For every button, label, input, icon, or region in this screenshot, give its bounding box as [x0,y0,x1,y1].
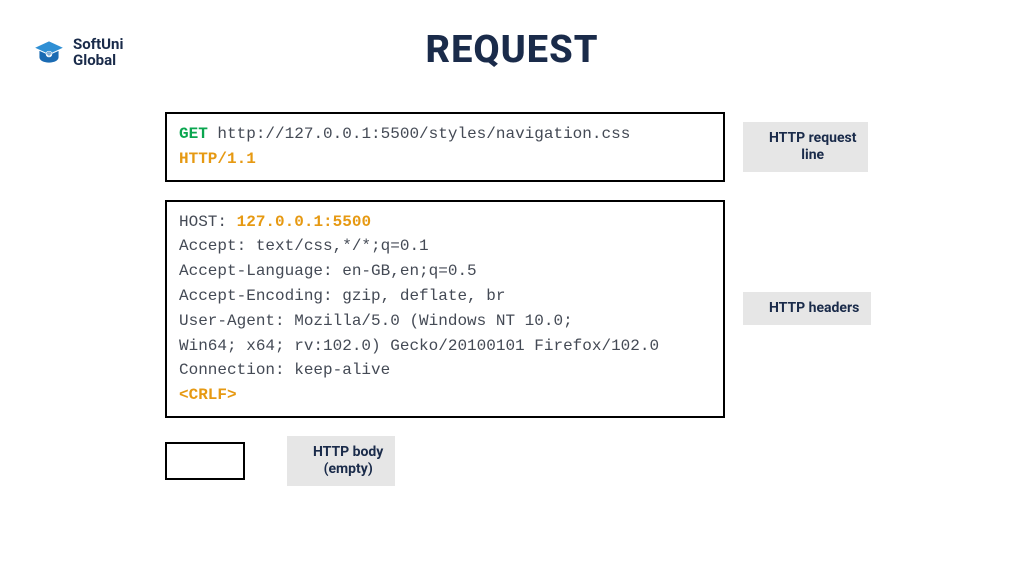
header-line: Accept-Encoding: gzip, deflate, br [179,284,711,309]
host-value: 127.0.0.1:5500 [237,213,371,231]
host-key: HOST: [179,213,227,231]
http-request-diagram: GET http://127.0.0.1:5500/styles/navigat… [165,112,885,504]
header-line: Accept-Language: en-GB,en;q=0.5 [179,259,711,284]
page-title: REQUEST [0,28,1024,72]
headers-label-arrow: HTTP headers [743,292,871,325]
header-line: Win64; x64; rv:102.0) Gecko/20100101 Fir… [179,334,711,359]
crlf-marker: <CRLF> [179,383,711,408]
header-line: User-Agent: Mozilla/5.0 (Windows NT 10.0… [179,309,711,334]
body-label-arrow: HTTP body (empty) [287,436,395,486]
request-url: http://127.0.0.1:5500/styles/navigation.… [217,125,630,143]
body-row: HTTP body (empty) [165,436,885,486]
headers-box: HOST: 127.0.0.1:5500 Accept: text/css,*/… [165,200,725,418]
request-line-box: GET http://127.0.0.1:5500/styles/navigat… [165,112,725,182]
body-label: HTTP body (empty) [313,444,383,478]
request-line-row: GET http://127.0.0.1:5500/styles/navigat… [165,112,885,182]
header-line: Accept: text/css,*/*;q=0.1 [179,234,711,259]
body-box [165,442,245,480]
request-line-label-arrow: HTTP request line [743,122,868,172]
headers-label: HTTP headers [769,300,859,317]
request-protocol: HTTP/1.1 [179,150,256,168]
request-line-label: HTTP request line [769,130,856,164]
request-method: GET [179,125,208,143]
header-line: Connection: keep-alive [179,358,711,383]
headers-row: HOST: 127.0.0.1:5500 Accept: text/css,*/… [165,200,885,418]
